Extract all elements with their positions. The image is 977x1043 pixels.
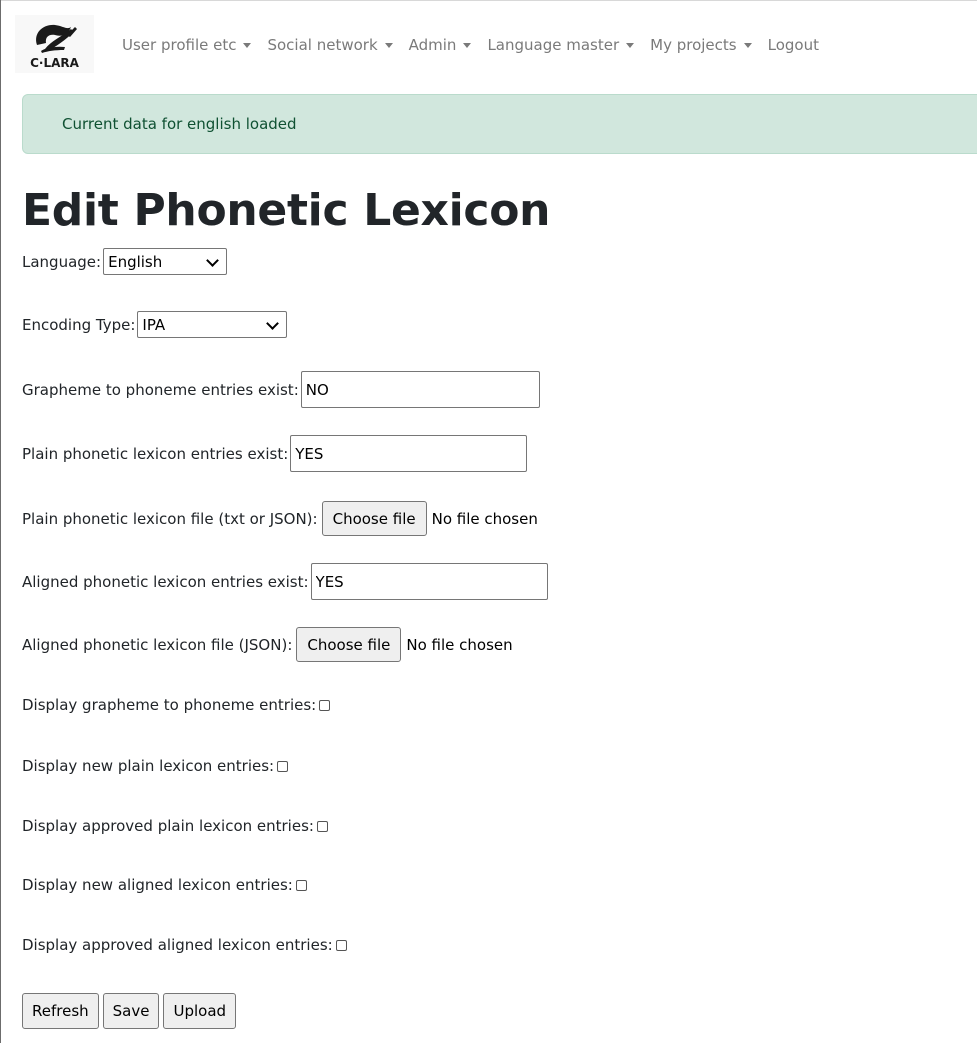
clara-logo[interactable]: C·LARA	[15, 15, 94, 73]
nav-my-projects[interactable]: My projects	[650, 36, 752, 54]
display-approved-aligned-label: Display approved aligned lexicon entries…	[22, 936, 333, 954]
plain-exist-field[interactable]	[290, 435, 528, 472]
plain-exist-row: Plain phonetic lexicon entries exist:	[22, 435, 528, 472]
caret-down-icon	[743, 42, 752, 48]
logo-text: C·LARA	[30, 56, 80, 70]
caret-down-icon	[243, 42, 252, 48]
g2p-exist-row: Grapheme to phoneme entries exist:	[22, 371, 540, 408]
language-row: Language: English	[22, 248, 228, 275]
nav-logout[interactable]: Logout	[768, 36, 819, 54]
display-g2p-checkbox[interactable]	[319, 699, 331, 711]
nav-label: Logout	[767, 36, 819, 54]
display-approved-aligned-checkbox[interactable]	[335, 939, 347, 951]
aligned-file-label: Aligned phonetic lexicon file (JSON):	[22, 635, 293, 654]
page-title: Edit Phonetic Lexicon	[22, 185, 551, 236]
encoding-label: Encoding Type:	[22, 315, 136, 334]
aligned-file-row: Aligned phonetic lexicon file (JSON): Ch…	[22, 627, 513, 662]
plain-file-row: Plain phonetic lexicon file (txt or JSON…	[22, 501, 538, 536]
encoding-selected: IPA	[142, 315, 166, 334]
language-select[interactable]: English	[103, 248, 228, 275]
display-new-aligned-checkbox[interactable]	[295, 879, 307, 891]
caret-down-icon	[626, 42, 635, 48]
encoding-select[interactable]: IPA	[137, 311, 288, 338]
plain-exist-label: Plain phonetic lexicon entries exist:	[22, 444, 289, 463]
encoding-row: Encoding Type: IPA	[22, 311, 288, 338]
nav-label: My projects	[650, 36, 737, 54]
nav-admin[interactable]: Admin	[409, 36, 472, 54]
navbar: C·LARA User profile etc Social network A…	[0, 0, 977, 82]
g2p-exist-label: Grapheme to phoneme entries exist:	[22, 380, 299, 399]
display-approved-plain-checkbox[interactable]	[316, 820, 328, 832]
nav-label: Language master	[487, 36, 620, 54]
display-new-aligned-label: Display new aligned lexicon entries:	[22, 876, 293, 894]
caret-down-icon	[463, 42, 472, 48]
display-g2p-row: Display grapheme to phoneme entries:	[22, 696, 331, 714]
aligned-file-status: No file chosen	[406, 635, 513, 654]
alert-message: Current data for english loaded	[62, 115, 297, 133]
window-left-border	[0, 0, 1, 1043]
chevron-down-icon	[266, 317, 280, 330]
display-g2p-label: Display grapheme to phoneme entries:	[22, 696, 317, 714]
plain-file-choose-button[interactable]: Choose file	[321, 501, 427, 536]
refresh-button[interactable]: Refresh	[22, 993, 99, 1029]
success-alert: Current data for english loaded	[22, 94, 977, 154]
plain-file-label: Plain phonetic lexicon file (txt or JSON…	[22, 509, 318, 528]
display-approved-plain-row: Display approved plain lexicon entries:	[22, 817, 328, 835]
nav-language-master[interactable]: Language master	[487, 36, 635, 54]
upload-button[interactable]: Upload	[163, 993, 237, 1029]
aligned-exist-field[interactable]	[310, 563, 548, 600]
chevron-down-icon	[206, 254, 219, 267]
aligned-exist-label: Aligned phonetic lexicon entries exist:	[22, 572, 309, 591]
aligned-file-choose-button[interactable]: Choose file	[296, 627, 402, 662]
display-approved-aligned-row: Display approved aligned lexicon entries…	[22, 936, 347, 954]
nav-social-network[interactable]: Social network	[267, 36, 393, 54]
language-label: Language:	[22, 252, 102, 271]
display-approved-plain-label: Display approved plain lexicon entries:	[22, 817, 314, 835]
caret-down-icon	[384, 42, 393, 48]
nav-label: User profile etc	[122, 36, 237, 54]
aligned-exist-row: Aligned phonetic lexicon entries exist:	[22, 563, 548, 600]
nav-label: Social network	[267, 36, 378, 54]
display-new-plain-checkbox[interactable]	[277, 760, 289, 772]
display-new-plain-label: Display new plain lexicon entries:	[22, 757, 275, 775]
display-new-plain-row: Display new plain lexicon entries:	[22, 757, 289, 775]
language-selected: English	[108, 252, 163, 271]
nav-menu: User profile etc Social network Admin La…	[122, 36, 835, 54]
display-new-aligned-row: Display new aligned lexicon entries:	[22, 876, 307, 894]
plain-file-status: No file chosen	[431, 509, 538, 528]
action-buttons: Refresh Save Upload	[22, 993, 240, 1029]
nav-label: Admin	[408, 36, 457, 54]
nav-user-profile[interactable]: User profile etc	[122, 36, 252, 54]
save-button[interactable]: Save	[102, 993, 160, 1029]
g2p-exist-field[interactable]	[300, 371, 540, 408]
